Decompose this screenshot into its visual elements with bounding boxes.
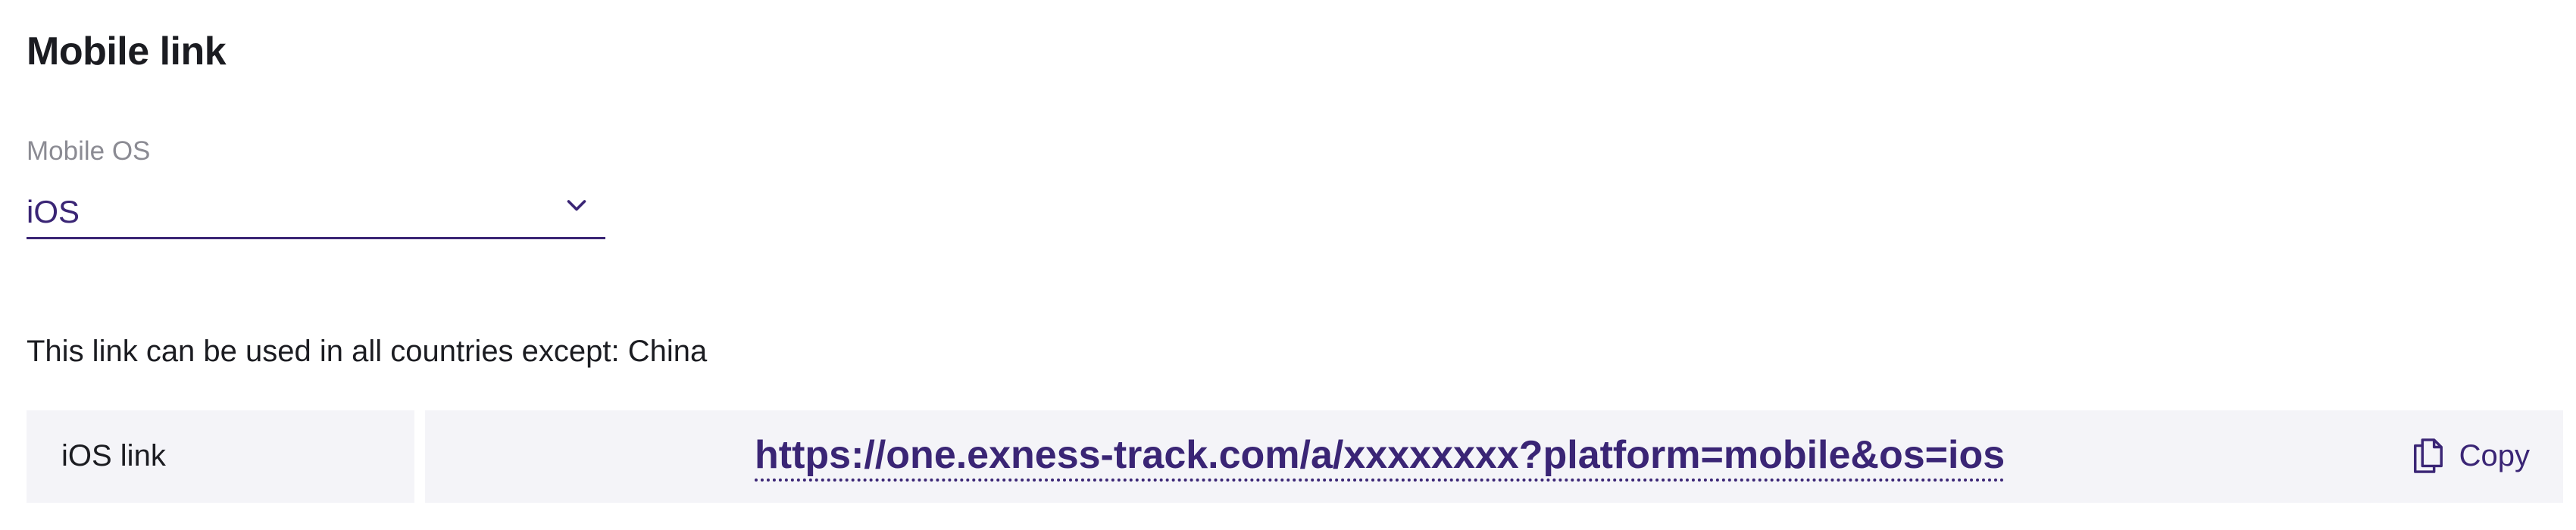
link-label-cell: iOS link [27, 410, 414, 503]
tracking-link[interactable]: https://one.exness-track.com/a/xxxxxxxx?… [755, 433, 2005, 482]
link-label: iOS link [61, 439, 166, 472]
section-title: Mobile link [27, 30, 227, 73]
link-row: iOS link https://one.exness-track.com/a/… [27, 410, 2563, 503]
link-value-cell: https://one.exness-track.com/a/xxxxxxxx?… [425, 410, 2563, 503]
copy-button[interactable]: Copy [2411, 432, 2530, 480]
mobile-os-selected-value: iOS [27, 194, 80, 229]
availability-notice: This link can be used in all countries e… [27, 335, 708, 368]
copy-icon [2413, 438, 2443, 473]
mobile-link-page: Mobile link Mobile OS iOS This link can … [0, 0, 2576, 530]
copy-button-label: Copy [2459, 438, 2530, 472]
mobile-os-select[interactable]: iOS [27, 180, 605, 239]
mobile-os-label: Mobile OS [27, 136, 151, 166]
chevron-down-icon [567, 200, 586, 211]
